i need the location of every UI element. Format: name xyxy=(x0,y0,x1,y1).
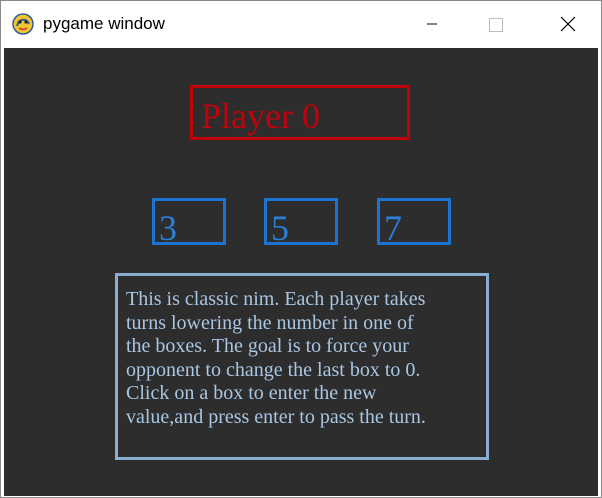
close-button[interactable] xyxy=(545,1,591,47)
close-icon xyxy=(560,16,576,32)
heap-box-2[interactable]: 5 xyxy=(264,198,338,246)
instructions-panel: This is classic nim. Each player takes t… xyxy=(115,273,489,460)
title-bar[interactable]: pygame window xyxy=(1,1,601,47)
current-player-label: Player 0 xyxy=(190,85,410,140)
minimize-button[interactable] xyxy=(409,1,455,47)
pygame-snake-icon xyxy=(12,13,34,35)
instructions-line: Click on a box to enter the new xyxy=(126,382,377,404)
instructions-line: opponent to change the last box to 0. xyxy=(126,358,421,381)
instructions-line: turns lowering the number in one of xyxy=(126,311,414,334)
instructions-line: This is classic nim. Each player takes xyxy=(126,288,426,310)
window-title: pygame window xyxy=(43,14,165,33)
maximize-icon xyxy=(489,18,503,32)
pygame-window: pygame window Player 0 3 5 7 This is cla… xyxy=(0,0,602,498)
instructions-line: value,and press enter to pass the turn. xyxy=(126,405,426,428)
heap-box-3[interactable]: 7 xyxy=(377,198,451,246)
maximize-button[interactable] xyxy=(473,1,519,47)
instructions-line: the boxes. The goal is to force your xyxy=(126,335,409,357)
heap-box-1[interactable]: 3 xyxy=(152,198,226,246)
minimize-icon xyxy=(427,23,437,25)
game-canvas[interactable]: Player 0 3 5 7 This is classic nim. Each… xyxy=(4,48,598,496)
